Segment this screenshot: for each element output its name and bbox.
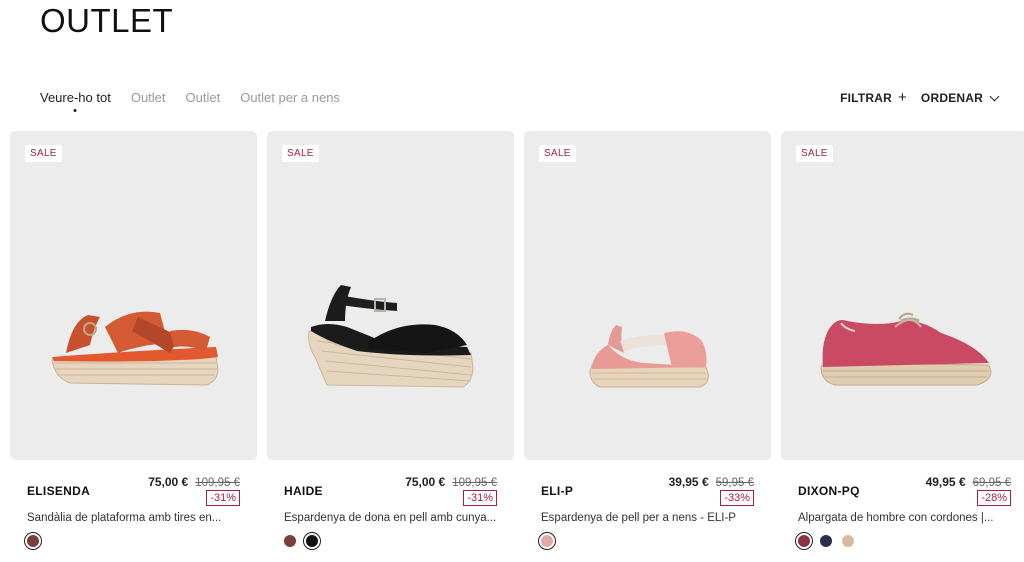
current-price: 75,00 € [148, 475, 189, 489]
discount-badge: -31% [206, 490, 240, 506]
color-swatch-beige[interactable] [842, 535, 854, 547]
product-description[interactable]: Alpargata de hombre con cordones |... [798, 512, 993, 524]
discount-badge: -33% [720, 490, 754, 506]
sale-badge: SALE [796, 145, 833, 162]
color-swatch-red[interactable] [795, 532, 813, 550]
color-swatch-brown[interactable] [284, 535, 296, 547]
product-name[interactable]: ELI-P [541, 484, 573, 498]
product-grid: SALE ELISENDA 75,00 € 109,95 € -31% Sand… [10, 131, 1024, 560]
color-swatch-navy[interactable] [820, 535, 832, 547]
product-info: ELISENDA 75,00 € 109,95 € -31% Sandàlia … [10, 460, 257, 560]
color-swatches [284, 532, 321, 550]
sale-badge: SALE [282, 145, 319, 162]
product-description[interactable]: Espardenya de dona en pell amb cunya... [284, 512, 496, 524]
color-swatches [24, 532, 42, 550]
product-prices: 75,00 € 109,95 € [405, 475, 497, 489]
product-info: ELI-P 39,95 € 59,95 € -33% Espardenya de… [524, 460, 771, 560]
product-card[interactable]: SALE ELI-P 39,95 € 59,95 € -33% Esparden… [524, 131, 771, 560]
current-price: 75,00 € [405, 475, 446, 489]
current-price: 39,95 € [668, 475, 709, 489]
tab-outlet[interactable]: Outlet [131, 90, 166, 105]
filter-label: FILTRAR [840, 91, 892, 105]
color-swatches [795, 532, 854, 550]
product-image[interactable]: SALE [781, 131, 1024, 460]
original-price: 109,95 € [452, 477, 497, 489]
product-description[interactable]: Espardenya de pell per a nens - ELI-P [541, 512, 736, 524]
tab-outlet-2[interactable]: Outlet [186, 90, 221, 105]
discount-badge: -31% [463, 490, 497, 506]
original-price: 109,95 € [195, 477, 240, 489]
product-description[interactable]: Sandàlia de plataforma amb tires en... [27, 512, 221, 524]
product-prices: 75,00 € 109,95 € [148, 475, 240, 489]
wedge-espadrille-image [308, 285, 474, 388]
sort-label: ORDENAR [920, 91, 983, 105]
product-prices: 49,95 € 69,95 € [926, 475, 1011, 489]
chevron-down-icon [989, 91, 1000, 101]
product-prices: 39,95 € 59,95 € [669, 475, 754, 489]
product-card[interactable]: SALE ELISENDA 75,00 € 109,95 € -31% Sand… [10, 131, 257, 560]
platform-sandal-image [51, 311, 219, 386]
plus-icon: + [897, 89, 907, 106]
color-swatches [538, 532, 556, 550]
list-controls: FILTRAR + ORDENAR [840, 89, 1000, 106]
color-swatch-brown[interactable] [24, 532, 42, 550]
sale-badge: SALE [539, 145, 576, 162]
lace-up-espadrille-image [820, 312, 992, 386]
product-name[interactable]: ELISENDA [27, 484, 90, 498]
color-swatch-pink[interactable] [538, 532, 556, 550]
product-info: DIXON-PQ 49,95 € 69,95 € -28% Alpargata … [781, 460, 1024, 560]
tab-outlet-kids[interactable]: Outlet per a nens [240, 90, 340, 105]
original-price: 69,95 € [972, 477, 1011, 489]
original-price: 59,95 € [715, 477, 754, 489]
product-card[interactable]: SALE DIXON-PQ 49,95 € 69,95 € -28% Alpar… [781, 131, 1024, 560]
product-image[interactable]: SALE [524, 131, 771, 460]
discount-badge: -28% [977, 490, 1011, 506]
sale-badge: SALE [25, 145, 62, 162]
product-info: HAIDE 75,00 € 109,95 € -31% Espardenya d… [267, 460, 514, 560]
current-price: 49,95 € [925, 475, 966, 489]
color-swatch-black[interactable] [303, 532, 321, 550]
kids-espadrille-image [589, 325, 709, 388]
product-name[interactable]: DIXON-PQ [798, 484, 860, 498]
product-image[interactable]: SALE [10, 131, 257, 460]
product-card[interactable]: SALE HAIDE 75,00 € 109,95 € -31% Esparde… [267, 131, 514, 560]
sort-button[interactable]: ORDENAR [920, 91, 1000, 105]
category-filter-tabs: Veure-ho tot Outlet Outlet Outlet per a … [40, 90, 340, 105]
product-name[interactable]: HAIDE [284, 484, 323, 498]
tab-view-all[interactable]: Veure-ho tot [40, 90, 111, 105]
filter-button[interactable]: FILTRAR + [840, 89, 907, 106]
product-image[interactable]: SALE [267, 131, 514, 460]
page-title: OUTLET [40, 2, 174, 39]
